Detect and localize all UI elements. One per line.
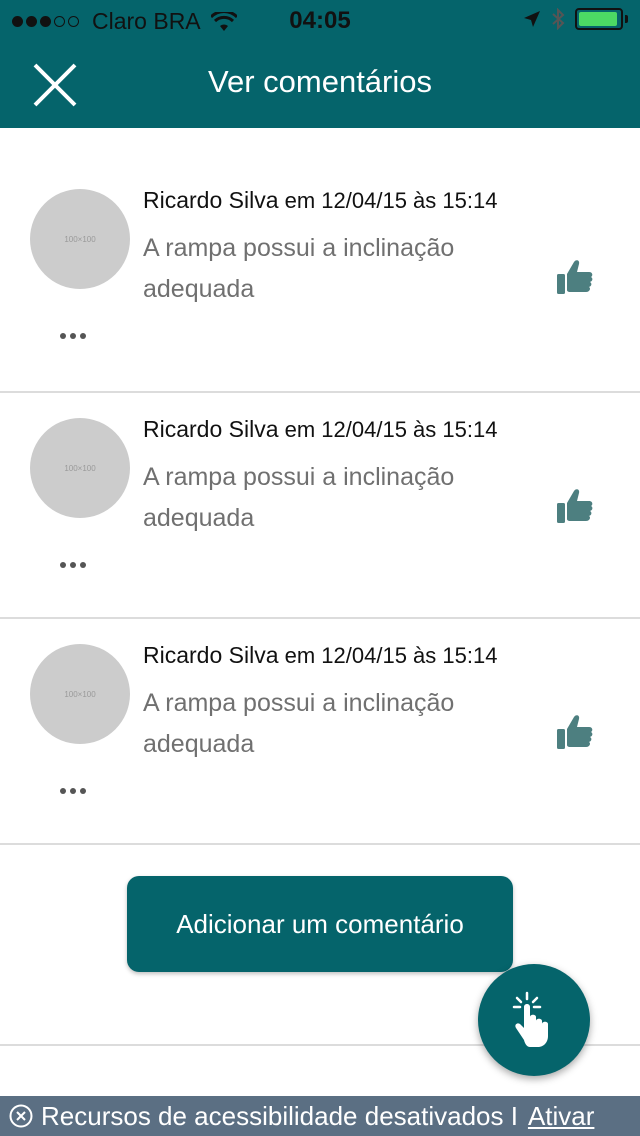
touch-hand-icon — [512, 991, 548, 1047]
accessibility-message: Recursos de acessibilidade desativados I — [41, 1100, 518, 1131]
page-title: Ver comentários — [208, 64, 432, 99]
comment-author: Ricardo Silva — [143, 187, 279, 213]
battery-icon — [575, 8, 623, 30]
comment-item: 100×100 Ricardo Silva em 12/04/15 às 15:… — [0, 393, 640, 619]
avatar: 100×100 — [30, 644, 130, 744]
activate-link[interactable]: Ativar — [528, 1101, 594, 1132]
location-arrow-icon — [524, 11, 540, 27]
comment-list: 100×100 Ricardo Silva em 12/04/15 às 15:… — [0, 164, 640, 845]
comment-item: 100×100 Ricardo Silva em 12/04/15 às 15:… — [0, 619, 640, 845]
comment-text: A rampa possui a inclinação adequada — [143, 689, 455, 758]
avatar: 100×100 — [30, 189, 130, 289]
bluetooth-icon — [552, 8, 565, 30]
close-circle-icon[interactable] — [9, 1104, 33, 1128]
comment-meta: em 12/04/15 às 15:14 — [284, 188, 498, 213]
accessibility-fab[interactable] — [478, 964, 590, 1076]
comment-author: Ricardo Silva — [143, 416, 279, 442]
header: Claro BRA 04:05 Ver comentários — [0, 0, 640, 128]
comment-header: Ricardo Silva em 12/04/15 às 15:14 — [143, 642, 497, 669]
add-comment-button[interactable]: Adicionar um comentário — [127, 876, 513, 972]
more-dots-icon[interactable] — [60, 330, 90, 342]
thumbs-up-icon[interactable] — [555, 712, 595, 752]
comment-author: Ricardo Silva — [143, 642, 279, 668]
comment-item: 100×100 Ricardo Silva em 12/04/15 às 15:… — [0, 164, 640, 393]
avatar: 100×100 — [30, 418, 130, 518]
thumbs-up-icon[interactable] — [555, 486, 595, 526]
comment-text: A rampa possui a inclinação adequada — [143, 234, 455, 303]
comment-header: Ricardo Silva em 12/04/15 às 15:14 — [143, 187, 497, 214]
more-dots-icon[interactable] — [60, 559, 90, 571]
thumbs-up-icon[interactable] — [555, 257, 595, 297]
accessibility-bar: Recursos de acessibilidade desativados I… — [0, 1096, 640, 1136]
more-dots-icon[interactable] — [60, 785, 90, 797]
comment-header: Ricardo Silva em 12/04/15 às 15:14 — [143, 416, 497, 443]
comment-text: A rampa possui a inclinação adequada — [143, 463, 455, 532]
comment-meta: em 12/04/15 às 15:14 — [284, 643, 498, 668]
status-bar: Claro BRA 04:05 — [0, 0, 640, 40]
comment-meta: em 12/04/15 às 15:14 — [284, 417, 498, 442]
